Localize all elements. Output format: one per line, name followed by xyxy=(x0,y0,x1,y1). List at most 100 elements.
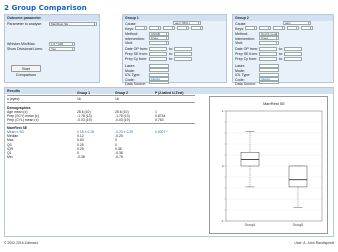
g2-prepcy-to-label: to: xyxy=(279,57,283,61)
g1-intervention-label: Intervention: xyxy=(125,36,145,41)
group2-header: Group 2 xyxy=(233,15,333,21)
g2-mode-input[interactable] xyxy=(259,68,279,72)
g1-intervention-select[interactable]: Knee xyxy=(149,36,169,40)
g1-mode-label: Mode: xyxy=(125,68,135,73)
g2-dateop-from[interactable] xyxy=(259,46,277,51)
g2-intervention-label: Intervention: xyxy=(235,36,255,41)
g1-method-select[interactable]: ASIAB xyxy=(149,31,169,36)
g1-method-label: Method: xyxy=(125,32,138,36)
g2-intervention-select[interactable]: Knee xyxy=(259,36,279,40)
demo-row-group2: -0.03 (19) xyxy=(115,118,130,123)
n-group1: 16 xyxy=(77,97,81,101)
box-group2 xyxy=(288,165,308,188)
g1-keys-select-4[interactable] xyxy=(177,26,189,30)
g2-prepcy-from[interactable] xyxy=(259,56,277,61)
x-tick-label: Group2 xyxy=(293,223,304,227)
outcome-panel: Outcome parameter Parameter to analyse: … xyxy=(4,14,100,83)
g1-prepse-from[interactable] xyxy=(149,51,167,56)
g1-dateop-to[interactable] xyxy=(174,46,192,51)
param-row-group1: -0.38 xyxy=(77,155,85,160)
g1-source-label: Data Source: xyxy=(125,81,146,86)
g1-cause-select[interactable]: aerc (MCL) xyxy=(173,21,201,25)
g2-iol-input[interactable] xyxy=(259,72,279,77)
g1-prepse-to[interactable] xyxy=(174,51,192,56)
g2-dateop-to[interactable] xyxy=(284,46,302,51)
g1-cause-label: Cause: xyxy=(125,21,137,26)
g1-dateop-from[interactable] xyxy=(149,46,167,51)
g2-keys-select-5[interactable] xyxy=(301,26,313,30)
group2-panel: Group 2 Cause: aerc Keys: Method: NovOr … xyxy=(232,14,334,86)
footer-user: User: A. John Randlsperdt xyxy=(294,241,334,245)
y-tick-label: -1 xyxy=(221,219,224,223)
g1-visit-select[interactable] xyxy=(149,40,169,45)
g1-laser-label: Laser: xyxy=(125,64,135,68)
g1-keys-select-2[interactable] xyxy=(149,26,161,30)
g2-keys-select-3[interactable] xyxy=(273,26,285,30)
boxplot-svg: MarrRest SE 1 0 -1 Group1 Group2 xyxy=(221,102,323,227)
g2-iol-label: IOL Type: xyxy=(235,73,251,77)
g1-prepcy-to[interactable] xyxy=(174,56,192,61)
show-lines-select[interactable]: Yes xyxy=(49,46,75,51)
g1-visit-label: Visit: xyxy=(125,41,133,45)
g2-method-label: Method: xyxy=(235,32,248,36)
g2-cause-label: Cause: xyxy=(235,21,247,26)
g2-prepse-to-label: to: xyxy=(279,52,283,56)
g1-prepse-label: Prep SE from: xyxy=(125,52,148,56)
g2-prepse-to[interactable] xyxy=(284,51,302,56)
g2-source-input[interactable] xyxy=(259,81,279,84)
g2-dateop-to-label: to: xyxy=(279,47,283,51)
param-row-group2: -0.75 xyxy=(115,155,123,160)
group1-panel: Group 1 Cause: aerc (MCL) Keys: Method: … xyxy=(122,14,227,86)
g1-iol-input[interactable] xyxy=(149,72,169,77)
g2-dateop-label: Date OP from: xyxy=(235,47,258,51)
param-select[interactable]: MarrRest SE xyxy=(49,21,97,26)
g1-prepse-to-label: to: xyxy=(169,52,173,56)
page-title: 2 Group Comparison xyxy=(4,3,87,12)
y-tick-label: 1 xyxy=(222,109,224,113)
g1-prepcy-label: Prep Cy from: xyxy=(125,57,148,61)
g2-keys-select-4[interactable] xyxy=(287,26,299,30)
demo-row-label: Prep (CYL) mean (±) xyxy=(7,118,39,123)
g2-prepcy-to[interactable] xyxy=(284,56,302,61)
g2-visit-label: Visit: xyxy=(235,41,243,45)
g1-dateop-label: Date OP from: xyxy=(125,47,148,51)
g2-keys-select-2[interactable] xyxy=(259,26,271,30)
g2-keys-label: Keys: xyxy=(235,26,244,31)
whisker-select[interactable]: 1.5 * IQR xyxy=(49,41,75,46)
param-row-label: Min xyxy=(7,155,13,160)
g2-source-label: Data Source: xyxy=(235,81,256,86)
boxplot-chart: MarrRest SE 1 0 -1 Group1 Group2 xyxy=(209,96,328,234)
group1-header: Group 1 xyxy=(123,15,226,21)
g1-prepcy-from[interactable] xyxy=(149,56,167,61)
g1-keys-select[interactable] xyxy=(135,26,147,30)
g1-mode-input[interactable] xyxy=(149,68,169,72)
g1-prepcy-to-label: to: xyxy=(169,57,173,61)
g1-dateop-to-label: to: xyxy=(169,47,173,51)
y-tick-label: 0 xyxy=(222,164,224,168)
g1-laser-input[interactable] xyxy=(149,63,169,68)
outcome-panel-header: Outcome parameter xyxy=(5,15,99,21)
g1-source-input[interactable] xyxy=(149,81,169,84)
g2-method-select[interactable]: NovOr none xyxy=(259,31,279,36)
g1-keys-label: Keys: xyxy=(125,26,134,31)
g2-prepcy-label: Prep Cy from: xyxy=(235,57,258,61)
results-panel: Results Group 1 Group 2 P (2-tailed U-Te… xyxy=(4,87,334,237)
g2-laser-input[interactable] xyxy=(259,63,279,68)
param-row-p: 0.0007 * xyxy=(155,130,168,134)
x-tick-label: Group1 xyxy=(245,223,256,227)
g2-prepse-label: Prep SE from: xyxy=(235,52,258,56)
n-group2: 16 xyxy=(115,97,119,101)
param-label: Parameter to analyse: xyxy=(7,22,43,26)
g2-prepse-from[interactable] xyxy=(259,51,277,56)
footer-copyright: © 2002-2016 Zollmaxx xyxy=(4,241,39,245)
start-comparison-button[interactable]: Start Comparison xyxy=(11,65,41,77)
g2-laser-label: Laser: xyxy=(235,64,245,68)
g1-keys-select-3[interactable] xyxy=(163,26,175,30)
g2-mode-label: Mode: xyxy=(235,68,245,73)
demo-row-p: 0.763 xyxy=(155,118,164,123)
g2-keys-select[interactable] xyxy=(245,26,257,30)
g2-visit-select[interactable] xyxy=(259,40,279,45)
g1-keys-select-5[interactable] xyxy=(191,26,203,30)
g2-cause-select[interactable]: aerc xyxy=(283,21,311,25)
chart-title: MarrRest SE xyxy=(263,102,285,106)
